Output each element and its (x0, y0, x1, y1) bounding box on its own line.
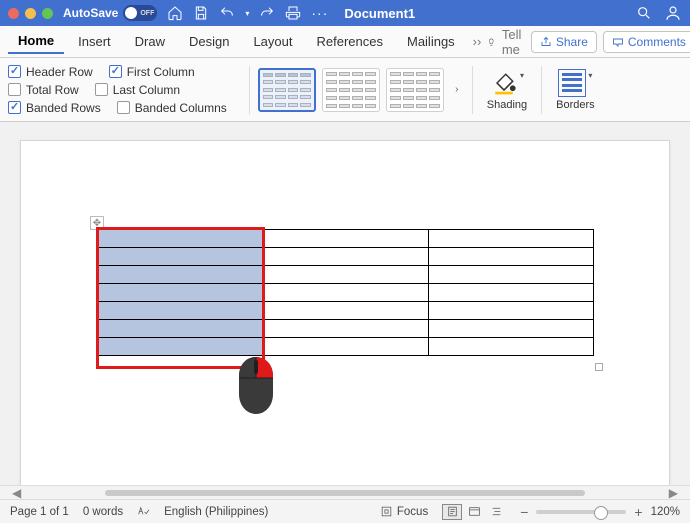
table-style-options: Header Row First Column Total Row Last C… (8, 65, 227, 115)
shading-label: Shading (487, 99, 527, 111)
share-icon (540, 36, 552, 48)
horizontal-scrollbar[interactable]: ◀ ▶ (0, 485, 690, 499)
checkbox-banded-rows[interactable]: Banded Rows (8, 101, 101, 115)
checkbox-banded-columns[interactable]: Banded Columns (117, 101, 227, 115)
table-row (99, 284, 594, 302)
shading-button[interactable]: ▾ Shading (481, 69, 533, 111)
focus-icon (380, 505, 393, 518)
zoom-control: − + 120% (520, 504, 680, 520)
comments-button[interactable]: Comments (603, 31, 690, 53)
web-layout-view-icon[interactable] (464, 504, 484, 520)
tab-mailings[interactable]: Mailings (397, 30, 465, 53)
table-row (99, 230, 594, 248)
focus-mode[interactable]: Focus (380, 505, 428, 518)
table-row (99, 266, 594, 284)
scroll-right-icon[interactable]: ▶ (669, 486, 678, 500)
print-layout-view-icon[interactable] (442, 504, 462, 520)
paint-bucket-icon (490, 69, 518, 97)
bulb-icon (487, 35, 496, 49)
undo-dropdown-icon[interactable]: ▾ (245, 9, 249, 18)
titlebar: AutoSave OFF ▾ ··· Document1 (0, 0, 690, 26)
scroll-left-icon[interactable]: ◀ (12, 486, 21, 500)
document-canvas[interactable]: ✥ (0, 122, 690, 499)
tab-draw[interactable]: Draw (125, 30, 175, 53)
table-row (99, 320, 594, 338)
undo-icon[interactable] (219, 5, 235, 21)
checkbox-header-row[interactable]: Header Row (8, 65, 93, 79)
tell-me-label[interactable]: Tell me (502, 27, 527, 57)
autosave-label: AutoSave (63, 6, 118, 20)
quick-access-toolbar: ▾ ··· (167, 5, 328, 21)
borders-button[interactable]: ▾ Borders (550, 69, 601, 111)
chevron-down-icon: ▾ (520, 71, 524, 80)
word-count[interactable]: 0 words (83, 506, 123, 518)
minimize-window-icon[interactable] (25, 8, 36, 19)
language-indicator[interactable]: English (Philippines) (164, 506, 268, 518)
table-styles-gallery: › (258, 68, 464, 112)
table-resize-handle-icon[interactable] (595, 363, 603, 371)
table-row (99, 302, 594, 320)
ribbon: Header Row First Column Total Row Last C… (0, 58, 690, 122)
zoom-slider[interactable] (536, 510, 626, 514)
redo-icon[interactable] (259, 5, 275, 21)
overflow-chevron-icon[interactable]: ›› (473, 34, 482, 49)
styles-more-button[interactable]: › (450, 68, 464, 112)
autosave-switch-icon[interactable]: OFF (123, 5, 157, 21)
search-icon[interactable] (636, 5, 652, 21)
page[interactable]: ✥ (20, 140, 670, 499)
table-row (99, 248, 594, 266)
scrollbar-thumb[interactable] (105, 490, 585, 496)
table[interactable] (98, 229, 594, 356)
print-icon[interactable] (285, 5, 301, 21)
zoom-in-button[interactable]: + (634, 504, 642, 520)
account-icon[interactable] (664, 4, 682, 22)
tab-insert[interactable]: Insert (68, 30, 121, 53)
checkbox-total-row[interactable]: Total Row (8, 83, 79, 97)
checkbox-last-column[interactable]: Last Column (95, 83, 180, 97)
window-controls[interactable] (8, 8, 53, 19)
more-icon[interactable]: ··· (311, 5, 328, 21)
table-move-handle-icon[interactable]: ✥ (90, 216, 104, 230)
borders-label: Borders (556, 99, 595, 111)
table-row (99, 338, 594, 356)
table-style-2[interactable] (322, 68, 380, 112)
status-bar: Page 1 of 1 0 words English (Philippines… (0, 499, 690, 523)
ribbon-tabs: Home Insert Draw Design Layout Reference… (0, 26, 690, 58)
autosave-toggle[interactable]: AutoSave OFF (63, 5, 157, 21)
chevron-down-icon: ▾ (588, 71, 592, 80)
mouse-right-click-icon (235, 354, 277, 416)
table-style-1[interactable] (258, 68, 316, 112)
save-icon[interactable] (193, 5, 209, 21)
checkbox-first-column[interactable]: First Column (109, 65, 195, 79)
borders-icon (558, 69, 586, 97)
zoom-out-button[interactable]: − (520, 504, 528, 520)
document-title: Document1 (344, 6, 415, 21)
tab-layout[interactable]: Layout (243, 30, 302, 53)
outline-view-icon[interactable] (486, 504, 506, 520)
view-modes (442, 504, 506, 520)
close-window-icon[interactable] (8, 8, 19, 19)
tab-references[interactable]: References (307, 30, 393, 53)
comment-icon (612, 36, 624, 48)
zoom-level[interactable]: 120% (651, 506, 680, 518)
share-button[interactable]: Share (531, 31, 597, 53)
tab-home[interactable]: Home (8, 29, 64, 54)
page-indicator[interactable]: Page 1 of 1 (10, 506, 69, 518)
tab-design[interactable]: Design (179, 30, 239, 53)
maximize-window-icon[interactable] (42, 8, 53, 19)
table-style-3[interactable] (386, 68, 444, 112)
spellcheck-icon[interactable] (137, 505, 150, 518)
home-icon[interactable] (167, 5, 183, 21)
